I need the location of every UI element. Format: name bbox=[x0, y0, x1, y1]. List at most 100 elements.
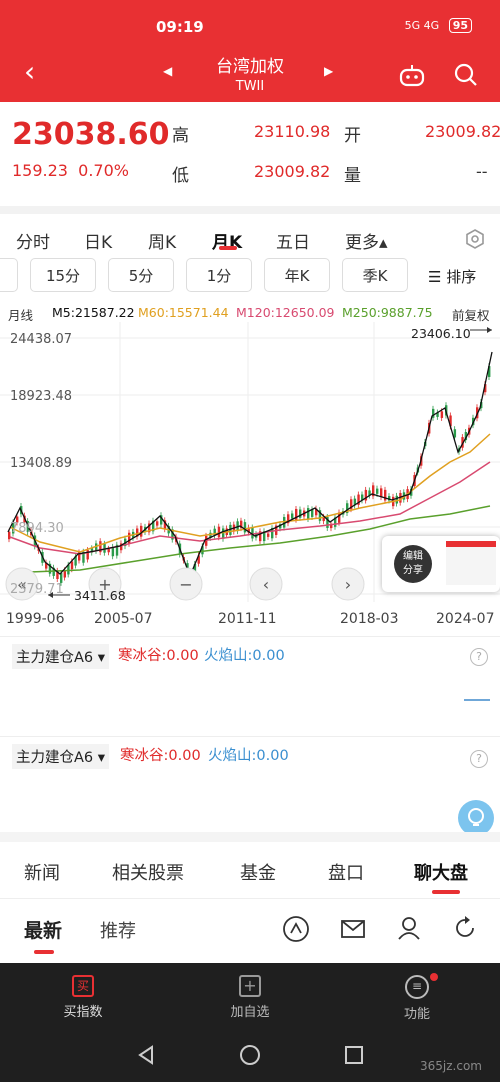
tab-intraday[interactable]: 分时 bbox=[16, 228, 50, 253]
period-tabs: 分时 日K 周K 月K 五日 更多▴ bbox=[0, 206, 500, 254]
nav-buy-index[interactable]: 买 买指数 bbox=[38, 975, 128, 1020]
indicator-1-line bbox=[464, 699, 490, 701]
candle-body bbox=[291, 513, 294, 519]
robot-icon[interactable] bbox=[398, 62, 426, 88]
help-icon[interactable]: ? bbox=[470, 750, 488, 768]
tab-latest[interactable]: 最新 bbox=[24, 916, 62, 943]
divider bbox=[0, 898, 500, 899]
min-price-label: 3411.68 bbox=[74, 588, 126, 603]
tab-news[interactable]: 新闻 bbox=[24, 859, 60, 885]
candle-body bbox=[156, 521, 159, 526]
menu-icon: ≡ bbox=[405, 975, 429, 999]
tab-related-stocks[interactable]: 相关股票 bbox=[112, 859, 184, 885]
tab-recommended[interactable]: 推荐 bbox=[100, 917, 136, 943]
indicator-1-selector[interactable]: 主力建仓A6 ▾ bbox=[12, 644, 110, 669]
volume-value: -- bbox=[476, 162, 488, 181]
low-label: 低 bbox=[172, 166, 189, 186]
ma5-value: M5:21587.22 bbox=[52, 305, 135, 320]
status-icons: 5G 4G 95 bbox=[405, 18, 472, 33]
content-tab-indicator bbox=[432, 890, 460, 894]
candle-body bbox=[107, 548, 110, 553]
tab-funds[interactable]: 基金 bbox=[240, 859, 276, 885]
candle-body bbox=[243, 522, 247, 533]
y-tick-5: 2379.71 bbox=[10, 582, 64, 597]
chip-year-k[interactable]: 年K bbox=[264, 258, 330, 292]
max-price-label: 23406.10 bbox=[411, 326, 471, 341]
candle-body bbox=[440, 411, 444, 418]
sort-button[interactable]: ☰ 排序 bbox=[428, 266, 476, 287]
candle-body bbox=[453, 429, 457, 438]
chip-15min[interactable]: 15分 bbox=[30, 258, 96, 292]
share-thumbnail bbox=[446, 541, 496, 585]
signal-icon: 5G 4G bbox=[404, 19, 440, 32]
ma250-value: M250:9887.75 bbox=[342, 305, 433, 320]
lightbulb-icon[interactable] bbox=[458, 800, 494, 836]
share-popup[interactable]: 编辑 分享 bbox=[382, 536, 500, 592]
post-icon[interactable] bbox=[282, 915, 310, 943]
x-tick-5: 2024-07 bbox=[436, 611, 495, 627]
volume-label: 量 bbox=[344, 166, 361, 186]
settings-icon[interactable] bbox=[464, 228, 486, 250]
indicator-2-value-a: 寒冰谷:0.00 bbox=[120, 748, 201, 764]
system-back-icon[interactable] bbox=[134, 1043, 158, 1067]
candle-body bbox=[307, 508, 310, 520]
indicator-1-value-b: 火焰山:0.00 bbox=[204, 648, 285, 664]
tab-daily-k[interactable]: 日K bbox=[84, 228, 112, 253]
mail-icon[interactable] bbox=[340, 918, 366, 940]
y-tick-1: 24438.07 bbox=[10, 332, 73, 347]
user-icon[interactable] bbox=[396, 915, 422, 941]
indicator-1-value-a: 寒冰谷:0.00 bbox=[118, 648, 199, 664]
x-tick-1: 1999-06 bbox=[6, 611, 65, 627]
indicator-2-value-b: 火焰山:0.00 bbox=[208, 748, 289, 764]
system-recents-icon[interactable] bbox=[342, 1043, 366, 1067]
svg-text:›: › bbox=[345, 575, 351, 594]
bottom-nav: 买 买指数 + 加自选 ≡ 功能 365jz.com bbox=[0, 963, 500, 1082]
add-icon: + bbox=[239, 975, 261, 997]
last-price: 23038.60 bbox=[12, 117, 170, 152]
edit-share-button[interactable]: 编辑 分享 bbox=[394, 545, 432, 583]
tab-weekly-k[interactable]: 周K bbox=[148, 228, 176, 253]
tab-five-day[interactable]: 五日 bbox=[276, 228, 310, 253]
chip-quarter-k[interactable]: 季K bbox=[342, 258, 408, 292]
battery-icon: 95 bbox=[448, 18, 472, 33]
candle-body bbox=[128, 532, 131, 544]
refresh-icon[interactable] bbox=[452, 915, 478, 941]
status-time: 09:19 bbox=[156, 18, 204, 36]
open-value: 23009.82 bbox=[425, 122, 500, 141]
divider bbox=[0, 832, 500, 842]
y-tick-3: 13408.89 bbox=[10, 456, 73, 471]
candle-body bbox=[376, 488, 379, 494]
candle-body bbox=[380, 488, 383, 498]
top-bar: 09:19 5G 4G 95 ‹ ◀ 台湾加权 TWII ▶ bbox=[0, 0, 500, 102]
next-index-button[interactable]: ▶ bbox=[324, 64, 333, 78]
y-tick-4: 7894.30 bbox=[10, 521, 64, 536]
tab-market-chat[interactable]: 聊大盘 bbox=[414, 859, 468, 885]
candle-body bbox=[395, 495, 398, 504]
chip-1min[interactable]: 1分 bbox=[186, 258, 252, 292]
system-home-icon[interactable] bbox=[238, 1043, 262, 1067]
help-icon[interactable]: ? bbox=[470, 648, 488, 666]
candle-body bbox=[217, 526, 221, 538]
ma60-value: M60:15571.44 bbox=[138, 305, 229, 320]
low-value: 23009.82 bbox=[254, 162, 331, 181]
nav-add-watchlist[interactable]: + 加自选 bbox=[205, 975, 295, 1020]
svg-text:−: − bbox=[179, 575, 192, 594]
high-value: 23110.98 bbox=[254, 122, 331, 141]
chip-5min[interactable]: 5分 bbox=[108, 258, 174, 292]
buy-icon: 买 bbox=[72, 975, 94, 997]
tab-more[interactable]: 更多▴ bbox=[345, 228, 388, 253]
candle-body bbox=[70, 561, 74, 570]
open-label: 开 bbox=[344, 126, 361, 146]
feed-tab-indicator bbox=[34, 950, 54, 954]
indicator-2-selector[interactable]: 主力建仓A6 ▾ bbox=[12, 744, 110, 769]
ma120-value: M120:12650.09 bbox=[236, 305, 335, 320]
nav-functions[interactable]: ≡ 功能 bbox=[372, 975, 462, 1022]
content-tabs: 新闻 相关股票 基金 盘口 聊大盘 bbox=[0, 845, 500, 897]
search-icon[interactable] bbox=[453, 62, 479, 88]
watermark: 365jz.com bbox=[420, 1059, 482, 1073]
chip-partial[interactable] bbox=[0, 258, 18, 292]
active-tab-indicator bbox=[219, 246, 237, 250]
x-tick-3: 2011-11 bbox=[218, 611, 277, 627]
tab-order-book[interactable]: 盘口 bbox=[328, 859, 364, 885]
svg-text:‹: ‹ bbox=[263, 575, 269, 594]
